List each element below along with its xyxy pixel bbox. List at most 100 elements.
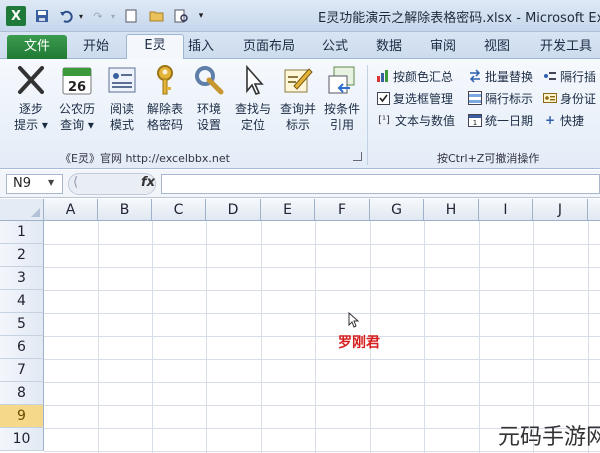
column-header-e[interactable]: E [261, 199, 315, 221]
formula-input[interactable] [161, 174, 600, 194]
color-sum-icon [376, 69, 390, 83]
worksheet-grid[interactable]: A B C D E F G H I J 1 2 3 4 5 6 7 8 9 10 [0, 199, 600, 453]
find-and-locate-button[interactable]: 查找与 定位 [231, 63, 275, 133]
tab-page-layout[interactable]: 页面布局 [232, 36, 306, 59]
checkbox-manage-button[interactable]: 复选框管理 [376, 88, 453, 108]
tab-home[interactable]: 开始 [72, 36, 120, 59]
text-number-button[interactable]: [¹] 文本与数值 [376, 110, 455, 130]
environment-label-2: 设置 [196, 118, 221, 132]
shortcut-label: 快捷 [560, 113, 585, 128]
reference-by-condition-button[interactable]: 按条件 引用 [320, 63, 364, 133]
row-header-7[interactable]: 7 [0, 359, 44, 382]
grid-line [261, 221, 262, 453]
column-header-c[interactable]: C [152, 199, 206, 221]
column-header-k-partial[interactable] [588, 199, 600, 221]
tab-data[interactable]: 数据 [372, 36, 406, 59]
column-header-d[interactable]: D [206, 199, 261, 221]
open-folder-icon[interactable] [148, 7, 166, 25]
text-number-icon: [¹] [378, 114, 390, 126]
column-header-f[interactable]: F [315, 199, 370, 221]
batch-replace-label: 批量替换 [485, 69, 534, 84]
step-hint-label-2: 提示 ▾ [14, 118, 48, 132]
select-all-corner[interactable] [0, 199, 44, 221]
reference-icon [325, 63, 359, 97]
reading-mode-label-2: 模式 [109, 118, 134, 132]
color-sum-button[interactable]: 按颜色汇总 [376, 66, 453, 86]
save-icon[interactable] [34, 7, 50, 25]
column-header-g[interactable]: G [370, 199, 424, 221]
print-preview-icon[interactable] [172, 7, 190, 25]
tab-insert[interactable]: 插入 [186, 36, 216, 59]
reading-mode-label: 阅读 [109, 102, 134, 116]
id-card-button[interactable]: 身份证 [543, 88, 596, 108]
reading-mode-button[interactable]: 阅读 模式 [104, 63, 140, 133]
name-box-dropdown-icon[interactable]: ▼ [48, 178, 54, 187]
unify-date-label: 统一日期 [485, 113, 534, 128]
row-header-9[interactable]: 9 [0, 405, 44, 428]
row-header-2[interactable]: 2 [0, 244, 44, 267]
environment-settings-button[interactable]: 环境 设置 [191, 63, 227, 133]
excel-window: X ▾ ↷ ▾ ▾ E灵功能演示之解除表格密码.xlsx - Microsoft… [0, 0, 600, 453]
row-header-1[interactable]: 1 [0, 221, 44, 244]
window-title: E灵功能演示之解除表格密码.xlsx - Microsoft Exc [318, 11, 600, 26]
query-mark-label: 查询并 [279, 102, 316, 116]
row-header-10[interactable]: 10 [0, 428, 44, 451]
row-header-8[interactable]: 8 [0, 382, 44, 405]
expand-arrow-icon[interactable]: ⟨ [73, 175, 78, 190]
find-locate-label: 查找与 [234, 102, 271, 116]
cell-f6-value[interactable]: 罗刚君 [338, 332, 380, 352]
title-bar: X ▾ ↷ ▾ ▾ E灵功能演示之解除表格密码.xlsx - Microsoft… [0, 0, 600, 32]
cursor-icon [236, 63, 270, 97]
tab-review[interactable]: 审阅 [426, 36, 460, 59]
grid-line [98, 221, 99, 453]
tab-file[interactable]: 文件 [7, 35, 67, 59]
grid-line [44, 244, 600, 245]
undo-dropdown-icon[interactable]: ▾ [76, 7, 86, 25]
excel-app-icon[interactable]: X [6, 6, 26, 26]
step-hint-label: 逐步 [18, 102, 43, 116]
plus-icon: + [544, 113, 556, 127]
column-header-b[interactable]: B [98, 199, 152, 221]
date-icon: 1 [468, 113, 482, 127]
column-header-j[interactable]: J [533, 199, 588, 221]
tab-view[interactable]: 视图 [480, 36, 514, 59]
insert-function-button[interactable]: fx [141, 175, 155, 190]
step-hint-button[interactable]: 逐步 提示 ▾ [13, 63, 49, 133]
tab-formulas[interactable]: 公式 [318, 36, 352, 59]
row-header-3[interactable]: 3 [0, 267, 44, 290]
shortcut-button[interactable]: + 快捷 [543, 110, 584, 130]
query-and-mark-button[interactable]: 查询并 标示 [276, 63, 320, 133]
unlock-sheet-password-button[interactable]: 解除表 格密码 [143, 63, 187, 133]
column-header-h[interactable]: H [424, 199, 479, 221]
insert-row-button[interactable]: 隔行插 [543, 66, 596, 86]
row-header-5[interactable]: 5 [0, 313, 44, 336]
redo-icon[interactable]: ↷ [90, 7, 106, 25]
row-header-4[interactable]: 4 [0, 290, 44, 313]
unify-date-button[interactable]: 1 统一日期 [468, 110, 533, 130]
customize-toolbar-icon[interactable]: ▾ [195, 7, 207, 25]
batch-replace-button[interactable]: 批量替换 [468, 66, 533, 86]
row-header-6[interactable]: 6 [0, 336, 44, 359]
group-label-undo-hint: 按Ctrl+Z可撤消操作 [437, 152, 540, 165]
calendar-icon: 26 [60, 63, 94, 97]
undo-icon[interactable] [58, 7, 74, 25]
new-file-icon[interactable] [124, 7, 138, 25]
stripe-mark-button[interactable]: 隔行标示 [468, 88, 533, 108]
column-header-a[interactable]: A [44, 199, 98, 221]
tab-elin[interactable]: E灵 [126, 34, 184, 60]
column-header-i[interactable]: I [479, 199, 533, 221]
site-watermark: 元码手游网 [498, 425, 600, 450]
tab-developer[interactable]: 开发工具 [534, 36, 598, 59]
redo-dropdown-icon[interactable]: ▾ [108, 7, 118, 25]
grid-line [152, 221, 153, 453]
grid-line [479, 221, 480, 453]
lunar-calendar-button[interactable]: 26 公农历 查询 ▾ [54, 63, 100, 133]
reference-label: 按条件 [323, 102, 360, 116]
name-box[interactable]: N9 [6, 174, 63, 194]
ribbon-group-separator [367, 65, 368, 165]
select-all-triangle-icon [31, 208, 40, 217]
stripe-icon [468, 91, 482, 105]
id-card-label: 身份证 [560, 91, 597, 106]
dialog-launcher-icon[interactable] [353, 152, 362, 161]
grid-line [44, 313, 600, 314]
